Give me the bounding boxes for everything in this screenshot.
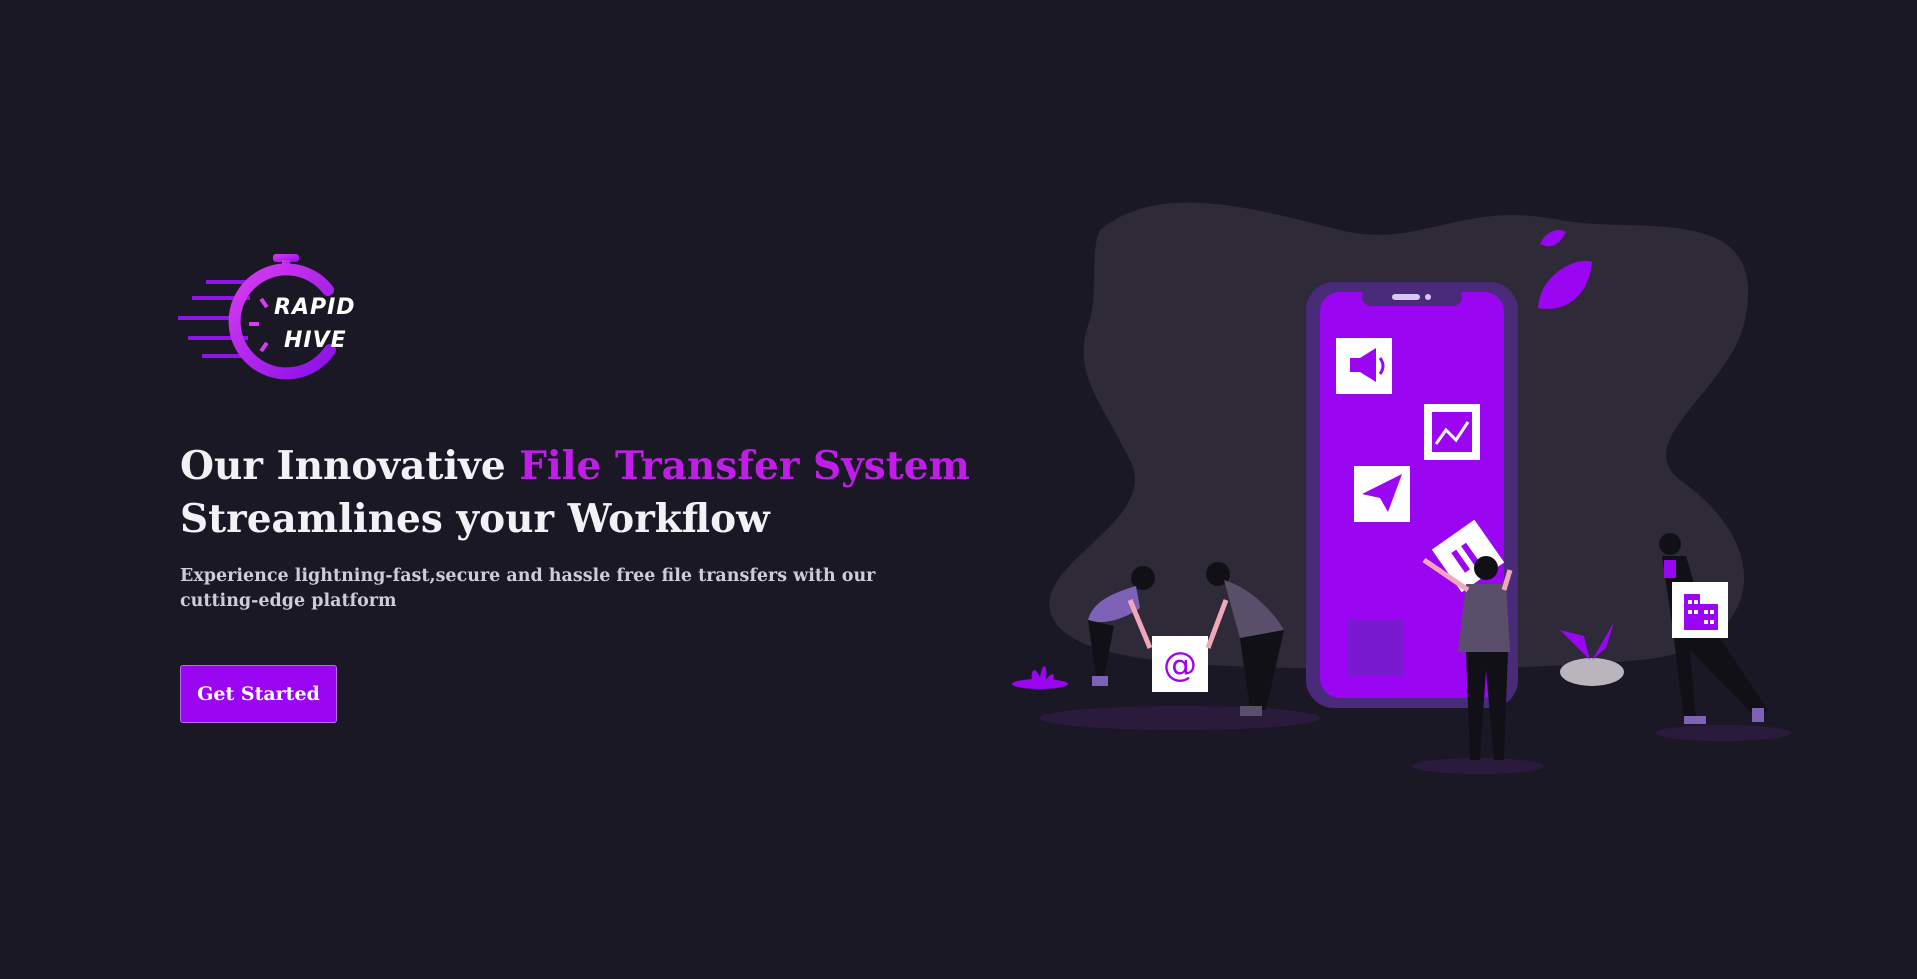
logo-text-rapid: RAPID — [274, 295, 356, 320]
hero-title: Our Innovative File Transfer System Stre… — [180, 440, 970, 546]
svg-text:@: @ — [1163, 645, 1197, 685]
hero-title-part1: Our Innovative — [180, 443, 520, 489]
hero-subtitle: Experience lightning-fast,secure and has… — [180, 566, 876, 611]
building-icon — [1672, 582, 1728, 638]
logo-text-hive: HIVE — [284, 328, 347, 353]
hero-title-part2: Streamlines your Workflow — [180, 496, 770, 542]
brand-logo[interactable]: RAPID HIVE — [178, 250, 378, 382]
chart-icon — [1424, 404, 1480, 460]
megaphone-icon — [1336, 338, 1392, 394]
paper-plane-icon — [1354, 466, 1410, 522]
at-sign-icon: @ — [1152, 636, 1208, 692]
hero-title-highlight: File Transfer System — [519, 443, 970, 489]
hero-illustration: @ — [1000, 190, 1800, 780]
get-started-button[interactable]: Get Started — [180, 665, 337, 723]
team-phone-illustration: @ — [1012, 202, 1791, 774]
